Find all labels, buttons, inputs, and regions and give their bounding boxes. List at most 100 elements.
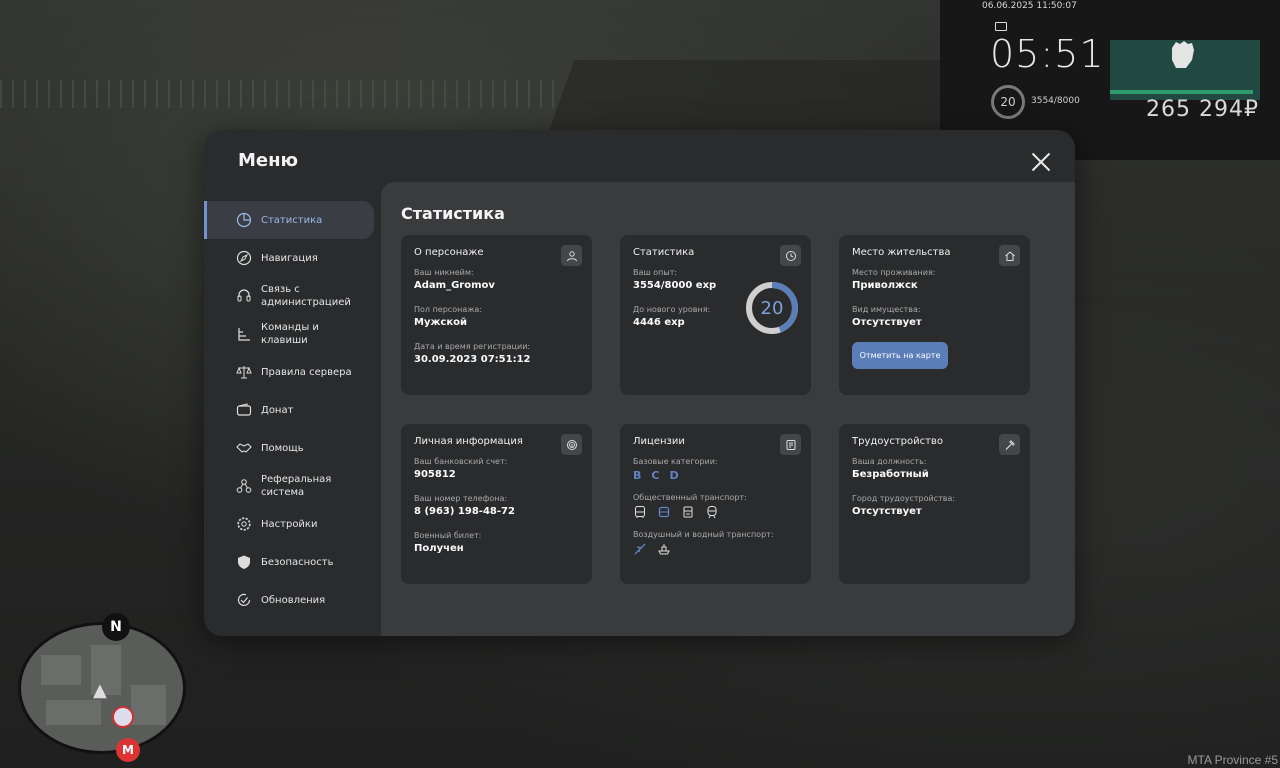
public-transport-label: Общественный транспорт: (633, 493, 747, 502)
menu-modal: Меню Статистика Навигация Связь с админи… (204, 130, 1075, 636)
card-title: Трудоустройство (852, 436, 943, 447)
sidebar-item-navigation[interactable]: Навигация (204, 239, 381, 277)
air-water-transport-label: Воздушный и водный транспорт: (633, 530, 774, 539)
close-button[interactable] (1031, 152, 1051, 172)
hud-clock: 05:51 (990, 32, 1105, 76)
character-card: О персонаже Ваш никнейм: Adam_Gromov Пол… (401, 235, 592, 395)
handshake-icon (236, 443, 252, 453)
military-id-label: Военный билет: (414, 531, 482, 540)
tram-icon (683, 506, 693, 518)
public-transport-icons (633, 505, 798, 519)
license-category: B (633, 469, 642, 482)
license-category: D (669, 469, 679, 482)
job-position-value: Безработный (852, 469, 929, 480)
mail-icon (995, 22, 1007, 31)
residence-place-label: Место проживания: (852, 268, 936, 277)
sidebar-item-label: Обновления (261, 594, 326, 606)
sidebar-item-security[interactable]: Безопасность (204, 543, 381, 581)
sidebar-item-label: Реферальная система (261, 474, 332, 498)
phone-value: 8 (963) 198-48-72 (414, 506, 515, 517)
modal-title: Меню (238, 150, 299, 171)
boat-icon (658, 544, 670, 555)
sidebar-item-label: Безопасность (261, 556, 334, 568)
car-marker-icon (112, 706, 134, 728)
license-categories: B C D (633, 469, 798, 482)
bank-account-label: Ваш банковский счет: (414, 457, 508, 466)
gear-icon (237, 517, 251, 531)
sidebar-item-updates[interactable]: Обновления (204, 581, 381, 619)
statistics-card: Статистика Ваш опыт: 3554/8000 exp До но… (620, 235, 811, 395)
scene-road (545, 60, 995, 140)
pie-chart-icon (236, 212, 252, 228)
sidebar-item-label: Статистика (261, 214, 323, 226)
card-title: Статистика (633, 247, 695, 258)
sidebar-item-label: Связь с администрацией (261, 284, 351, 308)
fingerprint-icon (561, 434, 582, 455)
level-number: 20 (760, 297, 784, 319)
gender-label: Пол персонажа: (414, 305, 483, 314)
content-panel: Статистика О персонаже Ваш никнейм: Adam… (381, 182, 1075, 636)
sidebar-item-label: Настройки (261, 518, 318, 530)
sidebar-item-label: Помощь (261, 442, 304, 454)
sidebar-item-label: Команды и клавиши (261, 322, 319, 346)
air-water-transport-icons (633, 542, 798, 556)
sidebar-item-label: Донат (261, 404, 294, 416)
shield-icon (238, 555, 250, 569)
clock-icon (780, 245, 801, 266)
job-city-value: Отсутствует (852, 506, 922, 517)
train-icon (707, 506, 717, 519)
hud-level-badge: 20 (991, 85, 1025, 119)
hammer-icon (999, 434, 1020, 455)
compass-icon (236, 250, 252, 266)
sidebar-item-admin-contact[interactable]: Связь с администрацией (204, 277, 381, 315)
page-title: Статистика (401, 204, 505, 223)
wallet-icon (236, 403, 252, 416)
sidebar-item-help[interactable]: Помощь (204, 429, 381, 467)
commands-icon (238, 328, 250, 341)
hud-money: 265 294₽ (1146, 97, 1259, 122)
sidebar-item-rules[interactable]: Правила сервера (204, 353, 381, 391)
job-position-label: Ваша должность: (852, 457, 927, 466)
bus-icon (635, 506, 645, 518)
compass-north: N (102, 613, 130, 641)
registration-label: Дата и время регистрации: (414, 342, 531, 351)
sidebar: Статистика Навигация Связь с администрац… (204, 182, 381, 619)
property-type-label: Вид имущества: (852, 305, 921, 314)
sidebar-item-label: Правила сервера (261, 366, 352, 378)
nickname-value: Adam_Gromov (414, 280, 495, 291)
sidebar-item-statistics[interactable]: Статистика (204, 201, 374, 239)
sidebar-item-donate[interactable]: Донат (204, 391, 381, 429)
sidebar-item-settings[interactable]: Настройки (204, 505, 381, 543)
headset-icon (237, 289, 251, 302)
user-icon (561, 245, 582, 266)
licenses-card: Лицензии Базовые категории: B C D Общест… (620, 424, 811, 584)
fist-icon (1172, 41, 1194, 68)
home-icon (999, 245, 1020, 266)
sidebar-item-commands[interactable]: Команды и клавиши (204, 315, 381, 353)
hud-datetime: 06.06.2025 11:50:07 (982, 1, 1077, 11)
license-category: C (651, 469, 660, 482)
employment-card: Трудоустройство Ваша должность: Безработ… (839, 424, 1030, 584)
hud-health-bar (1110, 90, 1253, 94)
base-categories-label: Базовые категории: (633, 457, 718, 466)
plane-icon (634, 543, 646, 555)
gender-value: Мужской (414, 317, 468, 328)
card-title: О персонаже (414, 247, 484, 258)
mark-on-map-button[interactable]: Отметить на карте (852, 342, 948, 369)
level-progress-ring: 20 (745, 281, 799, 335)
exp-label: Ваш опыт: (633, 268, 678, 277)
card-title: Личная информация (414, 436, 523, 447)
card-title: Место жительства (852, 247, 951, 258)
card-title: Лицензии (633, 436, 685, 447)
registration-value: 30.09.2023 07:51:12 (414, 354, 531, 365)
property-type-value: Отсутствует (852, 317, 922, 328)
sidebar-item-referral[interactable]: Реферальная система (204, 467, 381, 505)
nickname-label: Ваш никнейм: (414, 268, 474, 277)
residence-place-value: Приволжск (852, 280, 918, 291)
player-arrow-icon: ▲ (93, 680, 107, 701)
referral-icon (236, 479, 252, 493)
military-id-value: Получен (414, 543, 464, 554)
refresh-icon (237, 593, 251, 606)
server-watermark: MTA Province #5 (1187, 753, 1278, 767)
sidebar-item-label: Навигация (261, 252, 318, 264)
